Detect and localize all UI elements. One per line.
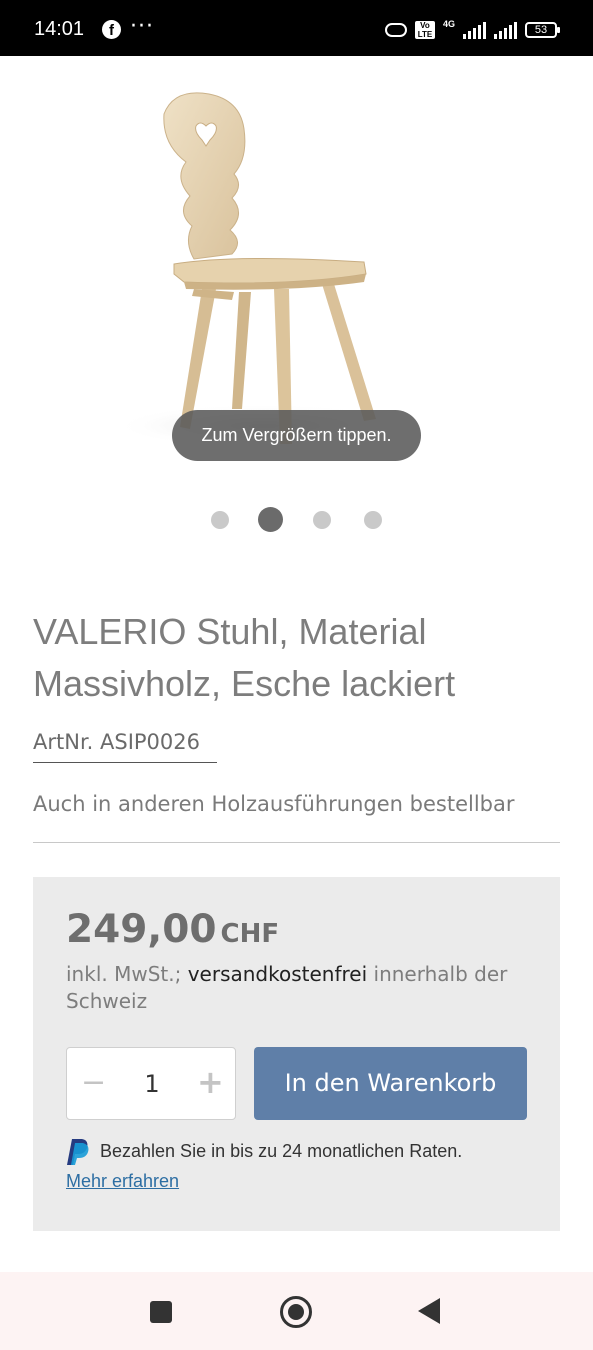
price-value: 249,00 (66, 907, 217, 952)
price-currency: CHF (220, 919, 280, 949)
status-icons: Vo LTE 4G 53 (384, 18, 560, 42)
recent-apps-button[interactable] (150, 1301, 172, 1323)
signal-icon (463, 21, 486, 39)
signal-icon-2 (494, 21, 517, 39)
gallery-dot-3[interactable] (313, 511, 331, 529)
status-time: 14:01 (34, 18, 85, 40)
article-number: ArtNr. ASIP0026 (33, 730, 217, 763)
quantity-input[interactable]: 1 (137, 1068, 167, 1100)
product-title: VALERIO Stuhl, Material Massivholz, Esch… (33, 611, 456, 704)
gallery-pagination (0, 507, 593, 533)
paypal-icon (67, 1139, 89, 1165)
zoom-hint-toast: Zum Vergrößern tippen. (172, 410, 421, 461)
gallery-dot-1[interactable] (211, 511, 229, 529)
volte-icon: Vo LTE (414, 21, 435, 39)
add-to-cart-button[interactable]: In den Warenkorb (254, 1047, 527, 1120)
back-button[interactable] (418, 1298, 440, 1324)
facebook-icon: f (102, 20, 121, 39)
quantity-stepper: − 1 + (66, 1047, 236, 1120)
price: 249,00 CHF (66, 907, 279, 952)
gallery-dot-4[interactable] (364, 511, 382, 529)
home-button[interactable] (280, 1296, 312, 1328)
network-type: 4G (442, 19, 455, 29)
gallery-dot-2-active[interactable] (258, 507, 283, 532)
buy-box: 249,00 CHF inkl. MwSt.; versandkostenfrei… (33, 877, 560, 1231)
free-shipping-text: versandkostenfrei (187, 962, 368, 986)
battery-icon: 53 (525, 22, 560, 38)
status-bar: 14:01 f ··· Vo LTE 4G 53 (0, 0, 593, 56)
paypal-learn-more-link[interactable]: Mehr erfahren (66, 1171, 179, 1192)
availability-note: Auch in anderen Holzausführungen bestell… (33, 792, 515, 816)
divider (33, 842, 560, 843)
more-icon: ··· (130, 14, 154, 39)
quantity-decrement-button[interactable]: − (81, 1068, 106, 1098)
hotspot-icon (384, 23, 407, 37)
tax-prefix: inkl. MwSt.; (66, 962, 188, 986)
system-navigation-bar (0, 1272, 593, 1350)
tax-info: inkl. MwSt.; versandkostenfrei innerhalb… (66, 961, 526, 1015)
quantity-increment-button[interactable]: + (197, 1066, 224, 1098)
paypal-installments-text: Bezahlen Sie in bis zu 24 monatlichen Ra… (100, 1141, 463, 1161)
